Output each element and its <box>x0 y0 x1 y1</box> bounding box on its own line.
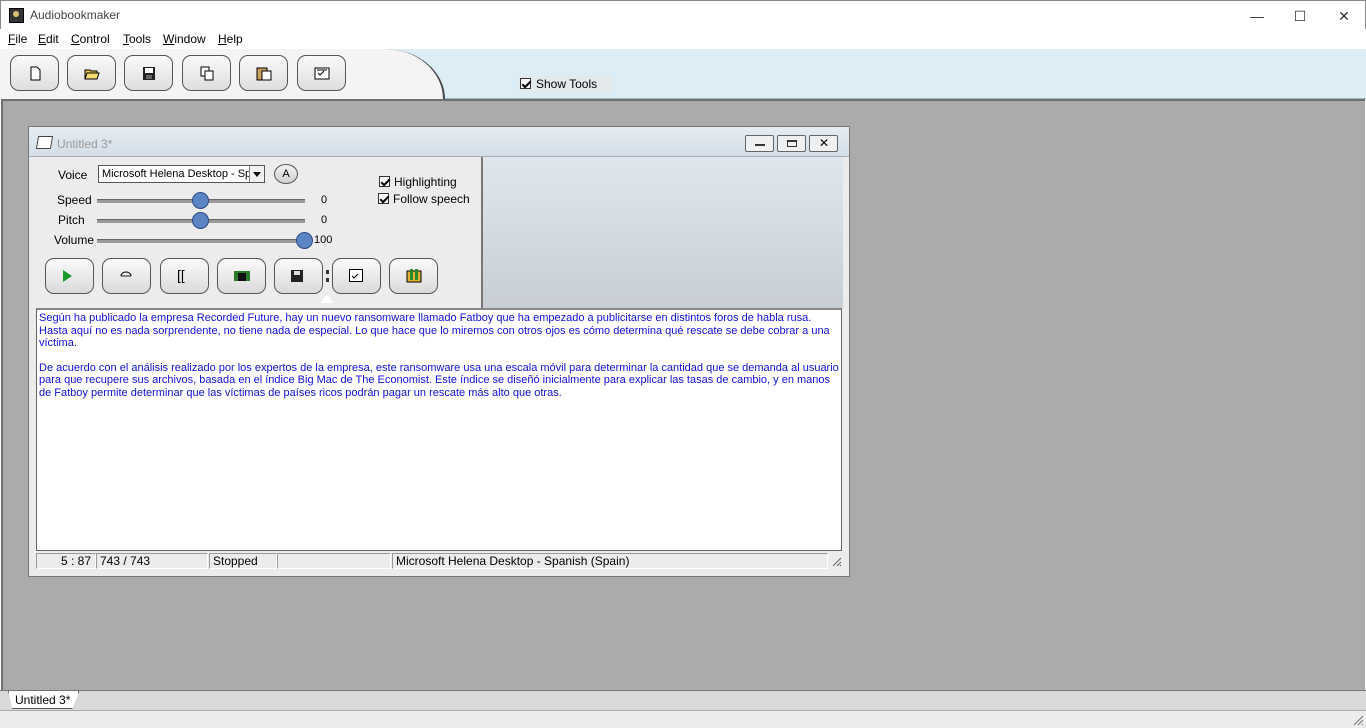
follow-speech-option[interactable]: Follow speech <box>378 191 470 206</box>
play-button[interactable] <box>45 258 94 294</box>
show-tools-label: Show Tools <box>536 77 598 91</box>
open-folder-icon <box>84 69 100 80</box>
highlighting-checkbox[interactable] <box>379 176 390 188</box>
maximize-button[interactable]: ☐ <box>1278 5 1322 27</box>
status-voice: Microsoft Helena Desktop - Spanish (Spai… <box>392 553 828 569</box>
volume-slider[interactable] <box>97 232 313 249</box>
copy-icon <box>200 66 214 81</box>
pitch-slider[interactable] <box>97 212 305 229</box>
speed-slider[interactable] <box>97 192 305 209</box>
show-tools-check[interactable] <box>520 78 531 89</box>
volume-label: Volume <box>54 233 95 247</box>
close-button[interactable]: ✕ <box>1322 5 1366 27</box>
status-chars: 743 / 743 <box>96 553 208 569</box>
voice-settings-button[interactable]: A <box>274 164 298 184</box>
highlighting-option[interactable]: Highlighting <box>379 174 457 189</box>
options-button[interactable] <box>332 258 381 294</box>
document-text-area[interactable]: Según ha publicado la empresa Recorded F… <box>36 308 842 551</box>
pitch-slider-thumb[interactable] <box>192 212 209 229</box>
bracket-button[interactable]: [[ <box>160 258 209 294</box>
highlighting-label: Highlighting <box>394 174 457 189</box>
disk-icon <box>291 270 303 282</box>
minimize-button[interactable]: — <box>1235 5 1279 27</box>
paste-button[interactable] <box>239 55 288 91</box>
menu-window[interactable]: Window <box>163 32 206 46</box>
bottom-status-bar <box>0 710 1366 728</box>
document-window: Untitled 3* ✕ Voice Microsoft Helena Des… <box>28 126 850 577</box>
play-icon <box>63 270 72 282</box>
pitch-value: 0 <box>321 214 328 226</box>
copy-button[interactable] <box>182 55 231 91</box>
speed-slider-thumb[interactable] <box>192 192 209 209</box>
toolbar-panel <box>0 49 445 99</box>
save-audio-button[interactable] <box>274 258 323 294</box>
menu-tools[interactable]: Tools <box>123 32 151 46</box>
voice-label: Voice <box>58 168 88 182</box>
voice-value: Microsoft Helena Desktop - Spanish (Spai… <box>102 168 264 180</box>
brackets-icon: [[ <box>177 267 185 283</box>
voice-dropdown[interactable]: Microsoft Helena Desktop - Spanish (Spai… <box>98 165 265 183</box>
status-empty <box>277 553 391 569</box>
export-button[interactable] <box>389 258 438 294</box>
pitch-label: Pitch <box>58 213 85 227</box>
menu-file[interactable]: File <box>8 32 27 46</box>
save-icon <box>143 67 155 80</box>
status-position: 5 : 87 <box>36 553 96 569</box>
volume-slider-thumb[interactable] <box>296 232 313 249</box>
doc-minimize-button[interactable] <box>745 135 774 152</box>
film-save-icon <box>234 271 250 281</box>
paragraph: De acuerdo con el análisis realizado por… <box>39 361 839 399</box>
checklist-icon <box>314 67 330 80</box>
menu-help[interactable]: Help <box>218 32 243 46</box>
menu-edit[interactable]: Edit <box>38 32 59 46</box>
speed-label: Speed <box>57 193 92 207</box>
pointer-caret <box>320 294 334 303</box>
tab-untitled-3[interactable]: Untitled 3* <box>8 691 80 709</box>
app-title: Audiobookmaker <box>30 8 121 22</box>
speech-controls: Voice Microsoft Helena Desktop - Spanish… <box>36 158 480 308</box>
resize-grip-icon[interactable] <box>830 554 842 568</box>
doc-restore-button[interactable] <box>777 135 806 152</box>
doc-close-button[interactable]: ✕ <box>809 135 838 152</box>
title-bar: Audiobookmaker — ☐ ✕ <box>0 0 1366 29</box>
loop-button[interactable] <box>102 258 151 294</box>
separator <box>326 270 329 282</box>
document-title: Untitled 3* <box>57 137 113 151</box>
paste-icon <box>256 67 272 81</box>
app-icon <box>9 8 24 23</box>
status-state: Stopped <box>209 553 277 569</box>
menu-control[interactable]: Control <box>71 32 110 46</box>
paragraph: Según ha publicado la empresa Recorded F… <box>39 312 830 349</box>
menu-bar: File Edit Control Tools Window Help <box>0 29 1366 49</box>
export-icon <box>406 269 422 283</box>
document-title-bar[interactable]: Untitled 3* ✕ <box>29 127 849 157</box>
book-icon <box>35 136 54 149</box>
toolbar: Show Tools <box>0 49 1366 99</box>
new-file-icon <box>30 66 41 81</box>
status-bar: 5 : 87 743 / 743 Stopped Microsoft Helen… <box>36 552 842 570</box>
record-button[interactable] <box>217 258 266 294</box>
checklist-icon <box>349 269 363 282</box>
chevron-down-icon[interactable] <box>249 166 264 182</box>
follow-speech-checkbox[interactable] <box>378 193 389 205</box>
new-button[interactable] <box>10 55 59 91</box>
preview-pane <box>481 157 843 308</box>
document-tabs: Untitled 3* <box>0 690 1366 710</box>
open-button[interactable] <box>67 55 116 91</box>
loop-icon <box>120 271 132 277</box>
save-button[interactable] <box>124 55 173 91</box>
follow-speech-label: Follow speech <box>393 191 470 206</box>
show-tools-checkbox[interactable]: Show Tools <box>518 76 612 92</box>
properties-button[interactable] <box>297 55 346 91</box>
speed-value: 0 <box>321 194 328 206</box>
volume-value: 100 <box>314 234 333 246</box>
resize-grip-icon[interactable] <box>1352 714 1364 726</box>
